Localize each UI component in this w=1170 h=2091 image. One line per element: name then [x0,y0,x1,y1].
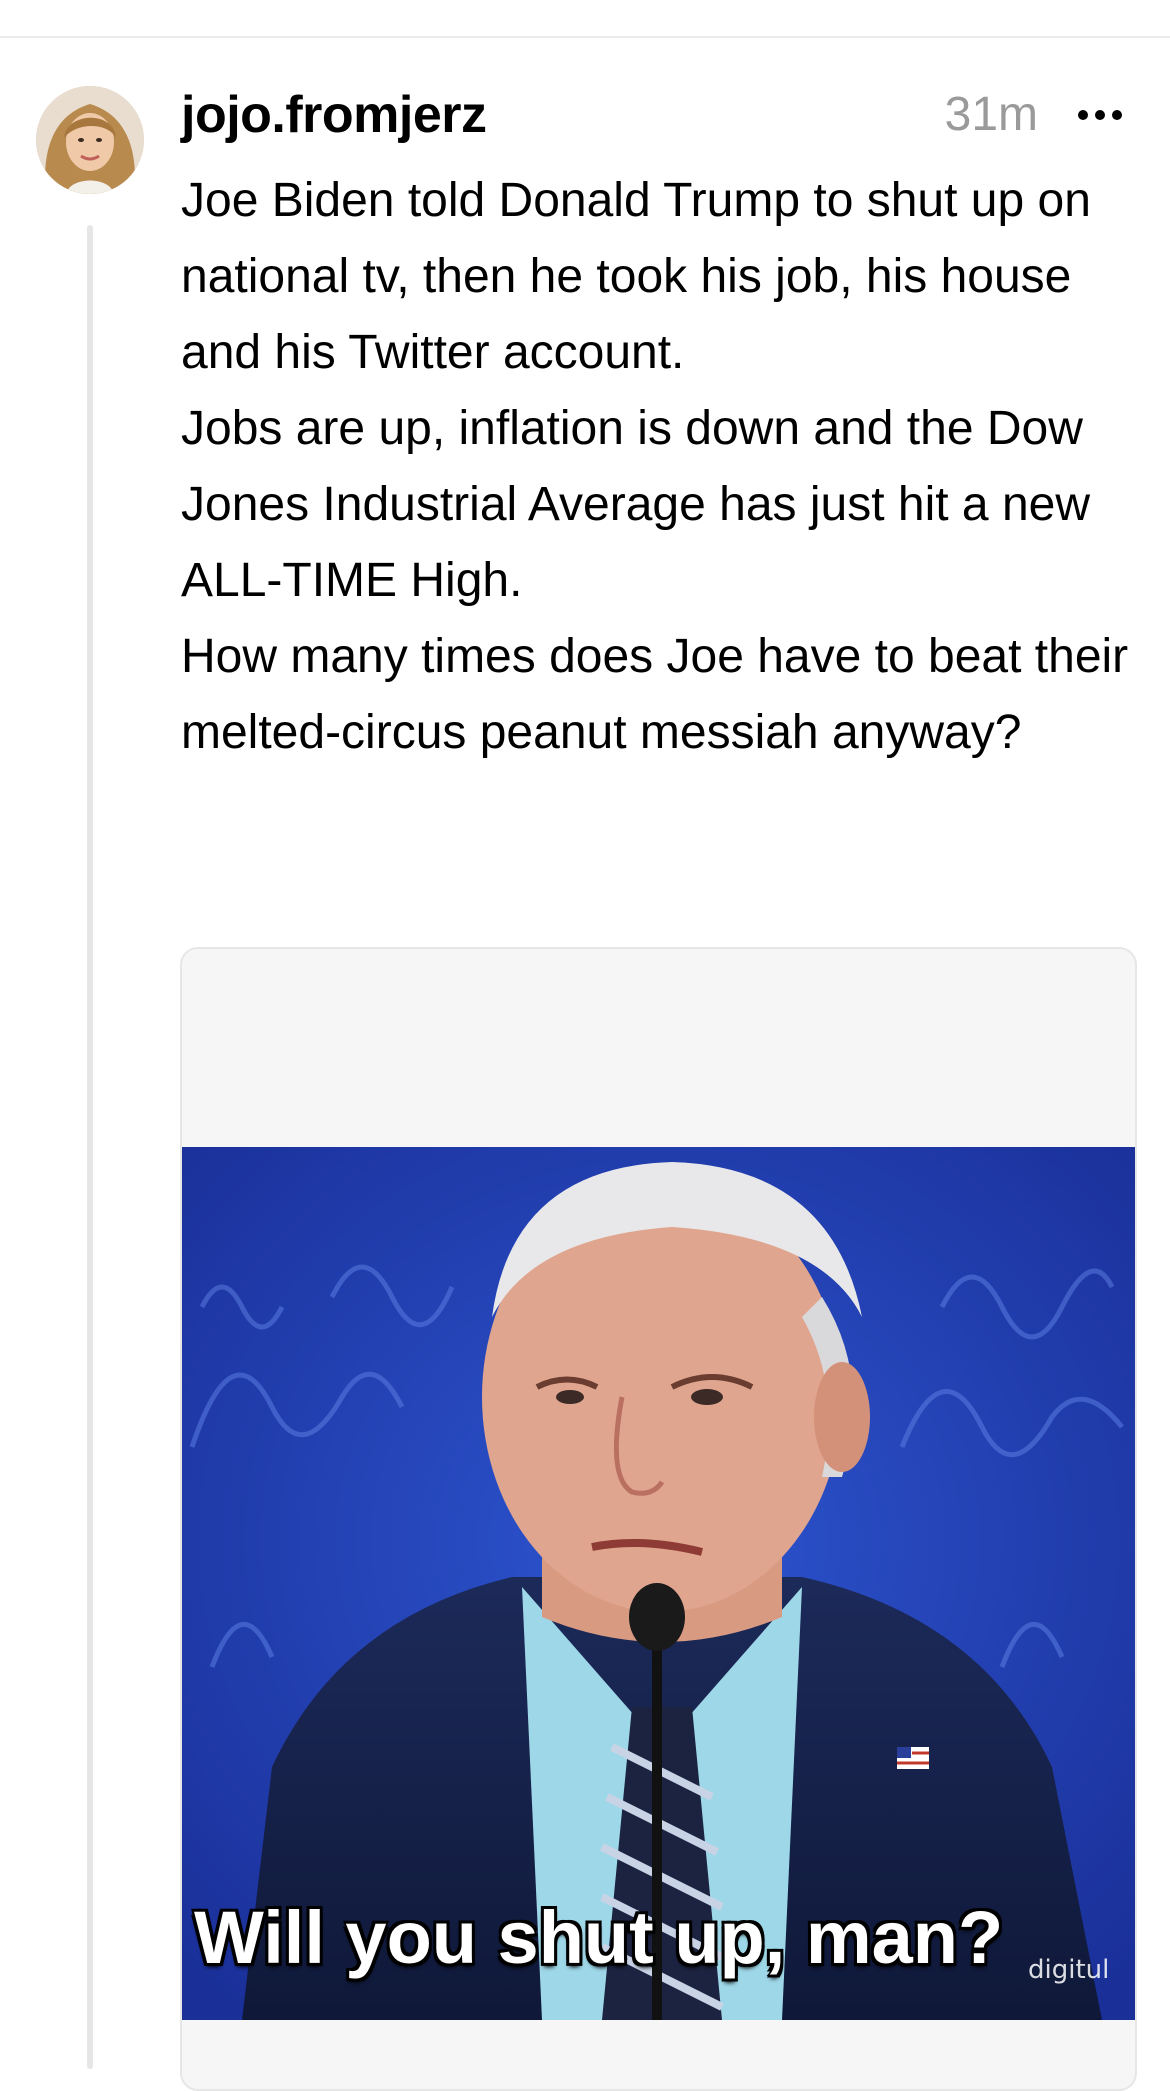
meme-caption: Will you shut up, man? [192,1895,1004,1981]
top-divider [0,36,1170,38]
post-paragraph-3: How many times does Joe have to beat the… [181,630,1129,759]
dot [1095,110,1105,120]
meme-photo [182,1147,1135,2020]
thread-line [87,225,93,2069]
dot [1078,110,1088,120]
ellipsis-icon[interactable] [1078,102,1122,128]
post-paragraph-1: Joe Biden told Donald Trump to shut up o… [181,174,1091,379]
username[interactable]: jojo.fromjerz [181,82,487,148]
post-timestamp: 31m [944,88,1038,141]
post-paragraph-2: Jobs are up, inflation is down and the D… [181,402,1090,607]
avatar-photo [36,86,144,194]
post-text: Joe Biden told Donald Trump to shut up o… [181,163,1141,771]
dot [1112,110,1122,120]
user-avatar[interactable] [36,86,144,194]
media-attachment[interactable]: Will you shut up, man? digitul [180,947,1137,2091]
meme-image[interactable]: Will you shut up, man? digitul [182,1147,1135,2020]
meme-watermark: digitul [1028,1955,1110,1985]
